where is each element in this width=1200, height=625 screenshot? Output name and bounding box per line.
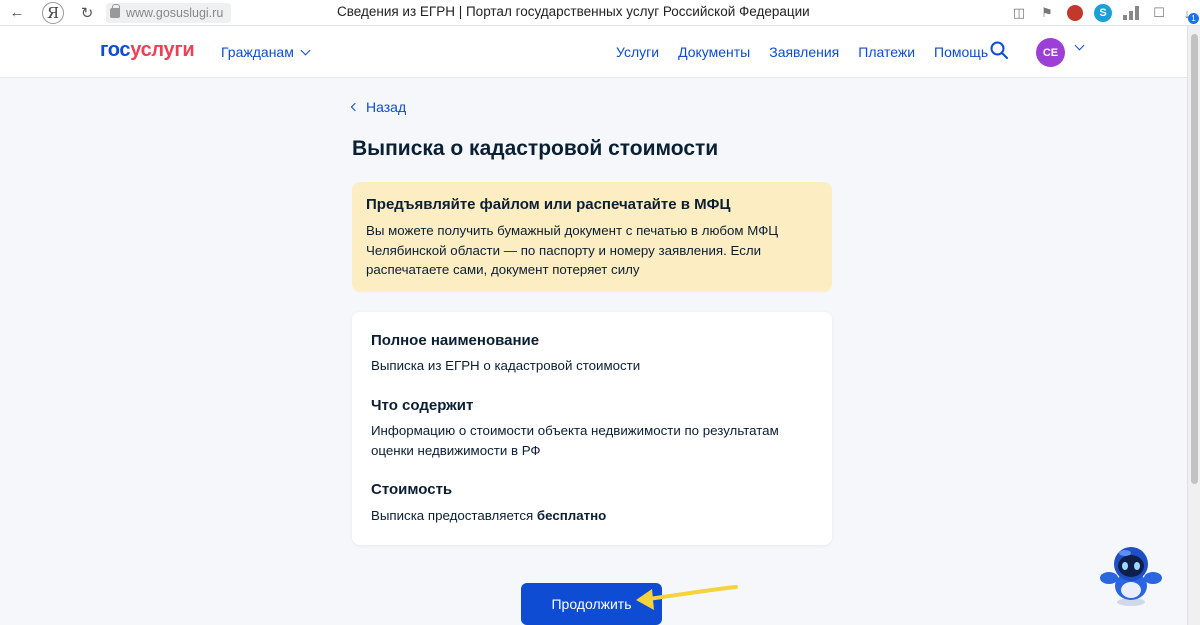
skype-icon[interactable]: S [1094,4,1112,22]
page-scrollbar[interactable] [1187,26,1200,625]
full-name-heading: Полное наименование [371,332,540,349]
notice-title: Предъявляйте файлом или распечатайте в М… [366,196,731,213]
extension-red-icon[interactable] [1066,4,1084,22]
signal-bars-icon[interactable] [1122,4,1140,22]
full-name-value: Выписка из ЕГРН о кадастровой стоимости [371,358,641,373]
contains-heading: Что содержит [371,397,474,414]
nav-documents[interactable]: Документы [678,44,750,60]
back-link[interactable]: Назад [350,99,407,115]
avatar[interactable]: СЕ [1036,38,1065,67]
cost-heading: Стоимость [371,481,453,498]
citizens-menu[interactable]: Гражданам [221,44,311,60]
search-icon[interactable] [990,41,1008,59]
cost-prefix: Выписка предоставляется [371,508,534,523]
page-tab-title: Сведения из ЕГРН | Портал государственны… [337,4,810,19]
download-badge: 1 [1188,13,1199,24]
gosuslugi-logo[interactable]: госуслуги [100,39,195,62]
citizens-menu-label: Гражданам [221,44,294,60]
reload-icon[interactable]: ↻ [74,0,100,26]
address-bar[interactable]: www.gosuslugi.ru [106,2,232,23]
back-link-label: Назад [366,99,407,115]
nav-services[interactable]: Услуги [616,44,659,60]
cost-value: Выписка предоставляется бесплатно [371,506,811,526]
notice-banner: Предъявляйте файлом или распечатайте в М… [352,182,832,292]
nav-payments[interactable]: Платежи [858,44,915,60]
contains-value: Информацию о стоимости объекта недвижимо… [371,423,779,458]
yandex-icon[interactable]: Я [42,1,64,24]
nav-help[interactable]: Помощь [934,44,988,60]
download-icon[interactable]: ↓ 1 [1178,4,1199,24]
nav-applications[interactable]: Заявления [769,44,839,60]
service-info-card: Полное наименование Выписка из ЕГРН о ка… [352,312,832,545]
lock-icon [110,3,120,18]
page-title: Выписка о кадастровой стоимости [352,137,719,160]
chevron-down-icon [300,45,311,55]
chevron-down-icon[interactable] [1074,40,1085,51]
chevron-left-icon [350,102,360,112]
top-navigation: Услуги Документы Заявления Платежи Помощ… [616,44,988,60]
url-text: www.gosuslugi.ru [126,5,224,20]
browser-back-icon[interactable]: ← [4,0,30,26]
annotation-arrow-icon [636,585,738,610]
cost-free: бесплатно [536,508,607,523]
assistant-robot-icon[interactable] [1097,542,1165,610]
browser-toolbar: ← Я ↻ www.gosuslugi.ru Сведения из ЕГРН … [0,0,1200,26]
notice-text: Вы можете получить бумажный документ с п… [366,223,779,277]
site-header: госуслуги Гражданам Услуги Документы Зая… [0,26,1187,78]
scrollbar-thumb[interactable] [1191,34,1198,484]
translate-icon[interactable]: ◫ [1010,4,1028,22]
browser-extensions: ◫ ⚑ S ☐ ↓ 1 [1010,0,1199,26]
chat-icon[interactable]: ☐ [1150,4,1168,22]
bookmark-icon[interactable]: ⚑ [1038,4,1056,22]
